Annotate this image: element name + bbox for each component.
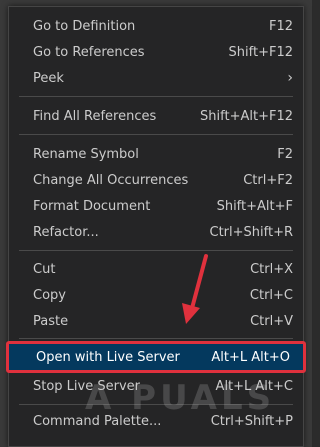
menu-item-shortcut: Shift+Alt+F12 <box>200 108 293 124</box>
menu-item-label: Find All References <box>33 108 157 124</box>
menu-item-copy[interactable]: Copy Ctrl+C <box>9 282 303 308</box>
menu-item-label: Go to Definition <box>33 18 136 34</box>
menu-item-shortcut: Ctrl+C <box>249 287 293 303</box>
menu-item-find-all-references[interactable]: Find All References Shift+Alt+F12 <box>9 103 303 129</box>
context-menu: Go to Definition F12 Go to References Sh… <box>6 6 306 447</box>
menu-item-shortcut: Shift+Alt+F <box>216 198 293 214</box>
menu-item-label: Peek <box>33 70 64 86</box>
menu-separator <box>19 338 293 339</box>
menu-item-shortcut: Alt+L Alt+O <box>211 349 290 365</box>
menu-item-peek[interactable]: Peek › <box>9 65 303 91</box>
menu-item-shortcut: F12 <box>268 18 293 34</box>
menu-item-label: Cut <box>33 261 56 277</box>
menu-item-cut[interactable]: Cut Ctrl+X <box>9 256 303 282</box>
chevron-right-icon: › <box>287 70 293 86</box>
menu-item-shortcut: Ctrl+X <box>250 261 293 277</box>
menu-item-go-to-definition[interactable]: Go to Definition F12 <box>9 13 303 39</box>
menu-separator <box>19 404 293 405</box>
menu-item-label: Stop Live Server <box>33 378 140 394</box>
menu-item-change-all-occurrences[interactable]: Change All Occurrences Ctrl+F2 <box>9 167 303 193</box>
menu-item-label: Refactor... <box>33 224 99 240</box>
menu-item-go-to-references[interactable]: Go to References Shift+F12 <box>9 39 303 65</box>
menu-item-label: Rename Symbol <box>33 146 139 162</box>
menu-item-label: Copy <box>33 287 66 303</box>
menu-separator <box>19 250 293 251</box>
menu-item-shortcut: Shift+F12 <box>228 44 293 60</box>
menu-item-label: Paste <box>33 313 69 329</box>
menu-item-shortcut: F2 <box>277 146 293 162</box>
menu-item-stop-live-server[interactable]: Stop Live Server Alt+L Alt+C <box>9 373 303 399</box>
screenshot-frame: Go to Definition F12 Go to References Sh… <box>0 0 312 447</box>
menu-item-rename-symbol[interactable]: Rename Symbol F2 <box>9 141 303 167</box>
menu-item-label: Command Palette... <box>33 413 162 429</box>
menu-separator <box>19 134 293 135</box>
menu-item-format-document[interactable]: Format Document Shift+Alt+F <box>9 193 303 219</box>
menu-item-command-palette[interactable]: Command Palette... Ctrl+Shift+P <box>9 408 303 434</box>
menu-item-paste[interactable]: Paste Ctrl+V <box>9 308 303 334</box>
menu-item-label: Change All Occurrences <box>33 172 189 188</box>
menu-item-shortcut: Ctrl+F2 <box>243 172 293 188</box>
menu-item-refactor[interactable]: Refactor... Ctrl+Shift+R <box>9 219 303 245</box>
menu-item-label: Go to References <box>33 44 145 60</box>
menu-item-open-with-live-server[interactable]: Open with Live Server Alt+L Alt+O <box>6 341 306 373</box>
menu-item-shortcut: Ctrl+V <box>250 313 293 329</box>
menu-item-shortcut: Alt+L Alt+C <box>215 378 293 394</box>
menu-item-shortcut: Ctrl+Shift+P <box>210 413 293 429</box>
menu-item-label: Format Document <box>33 198 151 214</box>
menu-separator <box>19 96 293 97</box>
menu-item-shortcut: Ctrl+Shift+R <box>209 224 294 240</box>
menu-item-label: Open with Live Server <box>36 349 180 365</box>
